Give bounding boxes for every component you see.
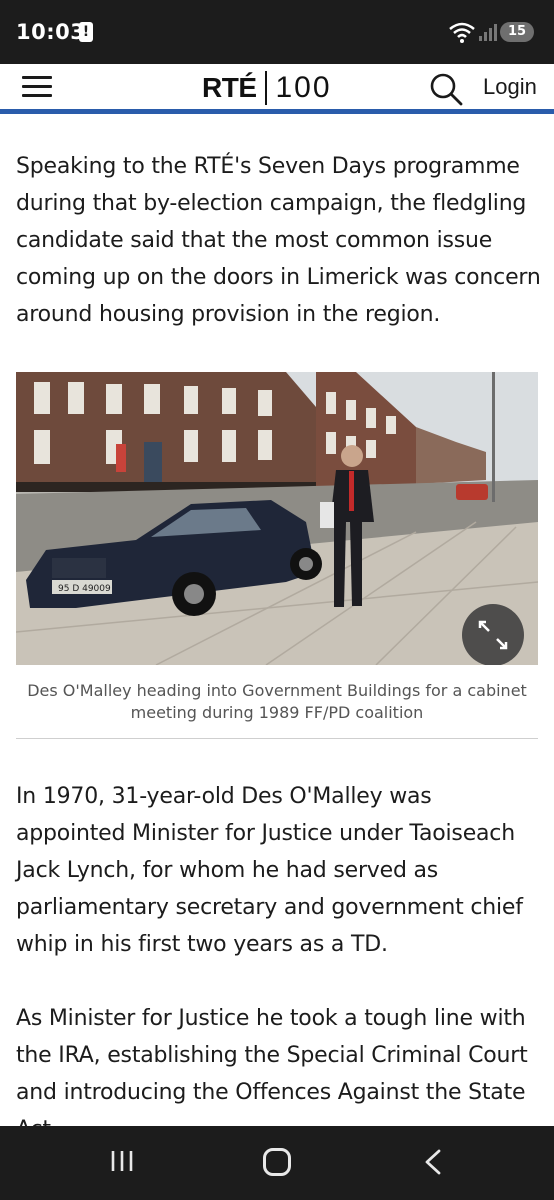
home-icon[interactable] bbox=[263, 1148, 291, 1176]
status-time: 10:03 bbox=[16, 20, 86, 44]
logo-brand: RTÉ bbox=[202, 72, 257, 103]
expand-icon[interactable] bbox=[462, 604, 524, 665]
signal-icon bbox=[479, 24, 497, 41]
article-content: Speaking to the RTÉ's Seven Days program… bbox=[0, 118, 554, 1126]
site-logo[interactable]: RTÉ 100 bbox=[202, 68, 332, 108]
article-paragraph: Speaking to the RTÉ's Seven Days program… bbox=[16, 154, 541, 327]
alert-icon bbox=[79, 22, 93, 42]
recents-icon[interactable] bbox=[109, 1148, 135, 1174]
wifi-icon bbox=[449, 22, 475, 43]
app-header: RTÉ 100 Login bbox=[0, 64, 554, 114]
photo-illustration: 95 D 49009 bbox=[16, 372, 538, 665]
logo-suffix: 100 bbox=[275, 71, 332, 104]
article-paragraph: As Minister for Justice he took a tough … bbox=[16, 1006, 528, 1126]
photo-caption: Des O'Malley heading into Government Bui… bbox=[27, 681, 527, 722]
battery-indicator: 15 bbox=[500, 22, 534, 42]
search-icon[interactable] bbox=[428, 71, 464, 107]
article-paragraph: In 1970, 31-year-old Des O'Malley was ap… bbox=[16, 784, 523, 957]
system-nav-bar bbox=[0, 1126, 554, 1200]
article-photo[interactable]: 95 D 49009 bbox=[16, 372, 538, 665]
caption-divider bbox=[16, 738, 538, 739]
login-link[interactable]: Login bbox=[483, 74, 537, 100]
car-plate: 95 D 49009 bbox=[58, 584, 111, 594]
menu-icon[interactable] bbox=[22, 76, 52, 102]
back-icon[interactable] bbox=[420, 1148, 446, 1176]
status-bar: 10:03 15 bbox=[0, 0, 554, 64]
logo-divider bbox=[264, 71, 267, 105]
expand-arrows-icon bbox=[478, 620, 508, 650]
